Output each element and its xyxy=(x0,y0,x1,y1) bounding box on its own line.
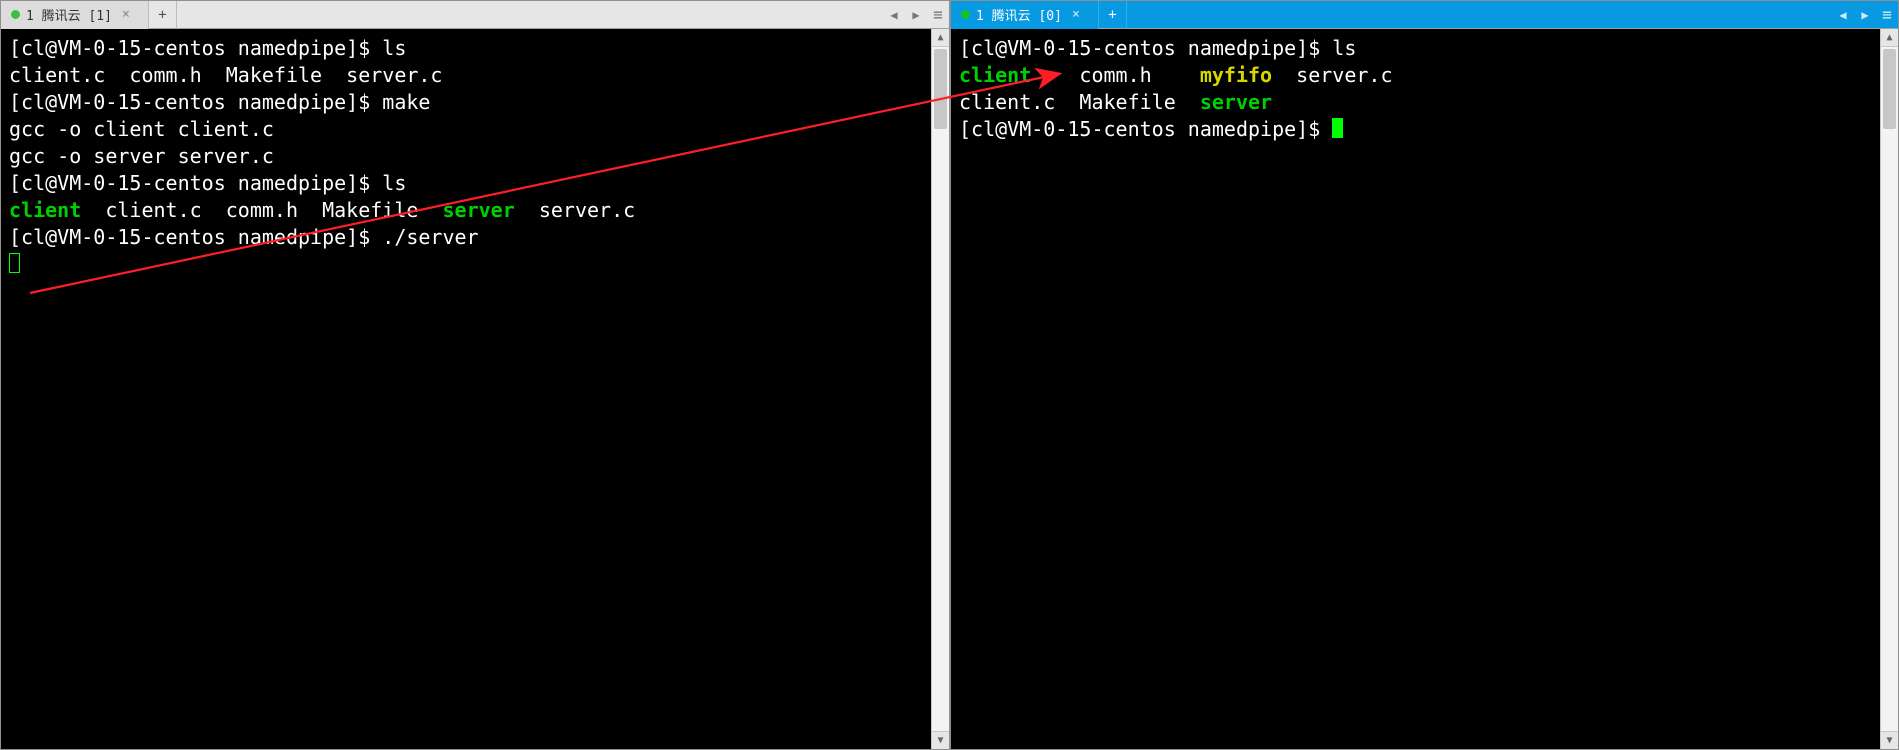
close-icon[interactable]: × xyxy=(118,7,134,22)
terminal-text: client xyxy=(959,63,1031,87)
connection-dot-icon xyxy=(961,10,970,19)
scroll-thumb[interactable] xyxy=(934,49,947,129)
terminal-text: [cl@VM-0-15-centos namedpipe]$ make xyxy=(9,90,430,114)
terminal-text: [cl@VM-0-15-centos namedpipe]$ ls xyxy=(959,36,1356,60)
scroll-down-icon[interactable]: ▼ xyxy=(1881,731,1898,749)
app: 1 腾讯云 [1] × + ◀ ▶ ≡ [cl@VM-0-15-centos n… xyxy=(0,0,1899,750)
terminal-line: client.c Makefile server xyxy=(959,89,1872,116)
terminal-text: [cl@VM-0-15-centos namedpipe]$ ls xyxy=(9,171,406,195)
terminal-line: client comm.h myfifo server.c xyxy=(959,62,1872,89)
terminal-text: myfifo xyxy=(1200,63,1272,87)
menu-icon[interactable]: ≡ xyxy=(927,1,949,29)
tabnav-right-icon[interactable]: ▶ xyxy=(1854,1,1876,29)
terminal-line: gcc -o client client.c xyxy=(9,116,923,143)
terminal-text: server xyxy=(1200,90,1272,114)
tabnav-right-icon[interactable]: ▶ xyxy=(905,1,927,29)
terminal-text: [cl@VM-0-15-centos namedpipe]$ ls xyxy=(9,36,406,60)
scroll-up-icon[interactable]: ▲ xyxy=(932,29,949,47)
tabnav-left-icon[interactable]: ◀ xyxy=(1832,1,1854,29)
scroll-up-icon[interactable]: ▲ xyxy=(1881,29,1898,47)
terminal-text: [cl@VM-0-15-centos namedpipe]$ ./server xyxy=(9,225,479,249)
scroll-down-icon[interactable]: ▼ xyxy=(932,731,949,749)
connection-dot-icon xyxy=(11,10,20,19)
menu-icon[interactable]: ≡ xyxy=(1876,1,1898,29)
terminal-text: client xyxy=(9,198,81,222)
terminal-line: [cl@VM-0-15-centos namedpipe]$ ./server xyxy=(9,224,923,251)
terminal-text: server.c xyxy=(515,198,635,222)
scrollbar-left[interactable]: ▲ ▼ xyxy=(931,29,949,749)
scrollbar-right[interactable]: ▲ ▼ xyxy=(1880,29,1898,749)
terminal-line xyxy=(9,251,923,278)
tab-title: 1 腾讯云 [1] xyxy=(26,5,112,24)
terminal-text: gcc -o client client.c xyxy=(9,117,274,141)
tabbar-left: 1 腾讯云 [1] × + ◀ ▶ ≡ xyxy=(1,1,949,29)
terminal-line: gcc -o server server.c xyxy=(9,143,923,170)
add-tab-button[interactable]: + xyxy=(1099,1,1127,29)
terminal-text: client.c comm.h Makefile xyxy=(81,198,442,222)
terminal-text: client.c Makefile xyxy=(959,90,1200,114)
tab-right[interactable]: 1 腾讯云 [0] × xyxy=(951,1,1099,29)
terminal-right[interactable]: [cl@VM-0-15-centos namedpipe]$ lsclient … xyxy=(951,29,1880,749)
terminal-line: [cl@VM-0-15-centos namedpipe]$ ls xyxy=(9,35,923,62)
cursor-outline xyxy=(9,253,20,273)
scroll-track[interactable] xyxy=(932,47,949,731)
tab-title: 1 腾讯云 [0] xyxy=(976,5,1062,24)
tabbar-right: 1 腾讯云 [0] × + ◀ ▶ ≡ xyxy=(951,1,1898,29)
terminal-wrap-right: [cl@VM-0-15-centos namedpipe]$ lsclient … xyxy=(951,29,1898,749)
terminal-text: server xyxy=(442,198,514,222)
tabnav-left-icon[interactable]: ◀ xyxy=(883,1,905,29)
terminal-pane-right: 1 腾讯云 [0] × + ◀ ▶ ≡ [cl@VM-0-15-centos n… xyxy=(950,0,1899,750)
terminal-wrap-left: [cl@VM-0-15-centos namedpipe]$ ls client.… xyxy=(1,29,949,749)
terminal-left[interactable]: [cl@VM-0-15-centos namedpipe]$ ls client.… xyxy=(1,29,931,749)
terminal-line: client client.c comm.h Makefile server s… xyxy=(9,197,923,224)
terminal-text: gcc -o server server.c xyxy=(9,144,274,168)
terminal-text: client.c comm.h Makefile server.c xyxy=(9,63,442,87)
cursor-block xyxy=(1332,118,1343,138)
close-icon[interactable]: × xyxy=(1068,7,1084,22)
terminal-line: [cl@VM-0-15-centos namedpipe]$ make xyxy=(9,89,923,116)
terminal-text: comm.h xyxy=(1031,63,1200,87)
terminal-text: server.c xyxy=(1272,63,1392,87)
terminal-pane-left: 1 腾讯云 [1] × + ◀ ▶ ≡ [cl@VM-0-15-centos n… xyxy=(0,0,950,750)
scroll-thumb[interactable] xyxy=(1883,49,1896,129)
tab-left[interactable]: 1 腾讯云 [1] × xyxy=(1,1,149,29)
scroll-track[interactable] xyxy=(1881,47,1898,731)
add-tab-button[interactable]: + xyxy=(149,1,177,29)
terminal-line: [cl@VM-0-15-centos namedpipe]$ ls xyxy=(959,35,1872,62)
terminal-line: [cl@VM-0-15-centos namedpipe]$ xyxy=(959,116,1872,143)
terminal-text: [cl@VM-0-15-centos namedpipe]$ xyxy=(959,117,1332,141)
terminal-line: [cl@VM-0-15-centos namedpipe]$ ls xyxy=(9,170,923,197)
terminal-line: client.c comm.h Makefile server.c xyxy=(9,62,923,89)
